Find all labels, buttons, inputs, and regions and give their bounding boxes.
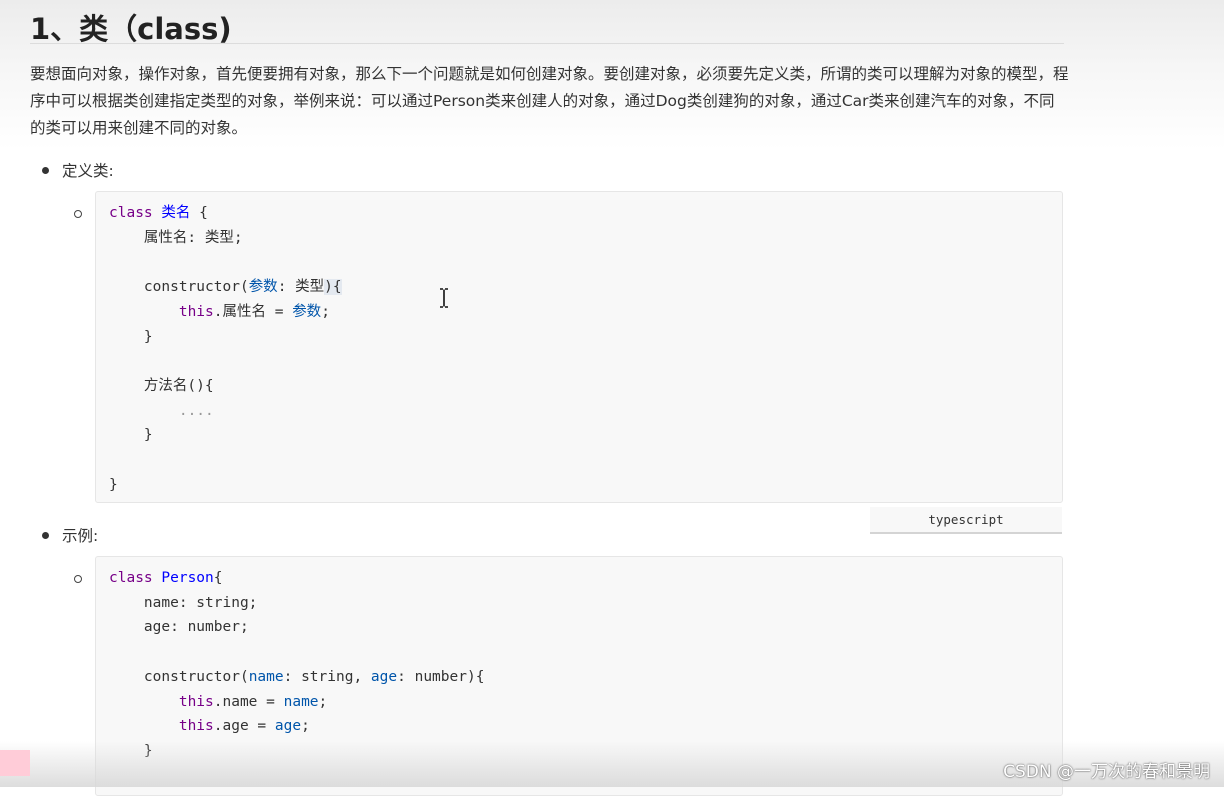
- title-divider: [30, 43, 1064, 44]
- code-text: }: [143, 328, 153, 345]
- code-text: {: [199, 205, 208, 221]
- code-text: .age =: [213, 718, 275, 735]
- code-block-example[interactable]: class Person{ name: string; age: number;…: [95, 556, 1063, 796]
- sub-bullet-circle-icon: [74, 210, 82, 218]
- code-variable: name: [248, 668, 284, 685]
- bullet-disc-icon: [42, 166, 49, 174]
- code-variable: name: [283, 693, 319, 710]
- sub-bullet-circle-icon: [74, 575, 82, 583]
- code-class-name: 类名: [161, 205, 191, 221]
- code-text: {: [213, 570, 223, 586]
- code-text: age: number;: [143, 619, 249, 636]
- code-language-label[interactable]: typescript: [870, 507, 1062, 534]
- code-text: constructor: [143, 279, 240, 296]
- bullet-define-class: 定义类:: [42, 159, 114, 181]
- code-keyword: this: [178, 693, 214, 710]
- page-title: 1、类（class): [30, 12, 232, 46]
- code-text: : string,: [283, 668, 371, 685]
- code-variable: age: [274, 718, 302, 735]
- code-block-define[interactable]: class 类名 { 属性名: 类型; constructor(参数: 类型){…: [95, 191, 1063, 503]
- article-content: 1、类（class) 要想面向对象，操作对象，首先便要拥有对象，那么下一个问题就…: [0, 0, 1224, 796]
- bullet-label: 示例:: [62, 527, 99, 545]
- code-text: .name =: [213, 693, 284, 710]
- code-keyword: this: [178, 303, 214, 320]
- code-text: }: [143, 742, 153, 759]
- intro-paragraph: 要想面向对象，操作对象，首先便要拥有对象，那么下一个问题就是如何创建对象。要创建…: [30, 65, 1069, 137]
- code-text: : number){: [397, 668, 485, 685]
- bullet-disc-icon: [42, 531, 49, 539]
- code-keyword: class: [109, 570, 153, 586]
- code-text: ){: [324, 279, 342, 296]
- bullet-label: 定义类:: [62, 162, 114, 180]
- code-class-name: Person: [161, 570, 214, 586]
- code-text: 属性名: 类型;: [143, 229, 243, 246]
- code-content[interactable]: class Person{ name: string; age: number;…: [96, 557, 1062, 773]
- code-text: ....: [178, 402, 214, 419]
- code-text: constructor(: [143, 668, 249, 685]
- sticker-decoration: [0, 750, 30, 776]
- code-text: .属性名 =: [213, 303, 293, 320]
- code-text: 方法名(){: [143, 377, 214, 394]
- code-text: }: [109, 476, 118, 493]
- bullet-example: 示例:: [42, 524, 98, 546]
- code-keyword: class: [109, 205, 153, 221]
- watermark: CSDN @一万次的春和景明: [1003, 762, 1210, 782]
- code-text: : 类型: [277, 279, 325, 296]
- code-variable: 参数: [292, 303, 322, 320]
- code-text: }: [143, 427, 153, 444]
- code-keyword: this: [178, 718, 214, 735]
- text-cursor-icon: [439, 288, 449, 308]
- code-content[interactable]: class 类名 { 属性名: 类型; constructor(参数: 类型){…: [96, 192, 1062, 502]
- code-text: name: string;: [143, 594, 258, 611]
- code-variable: 参数: [248, 279, 278, 296]
- code-variable: age: [370, 668, 398, 685]
